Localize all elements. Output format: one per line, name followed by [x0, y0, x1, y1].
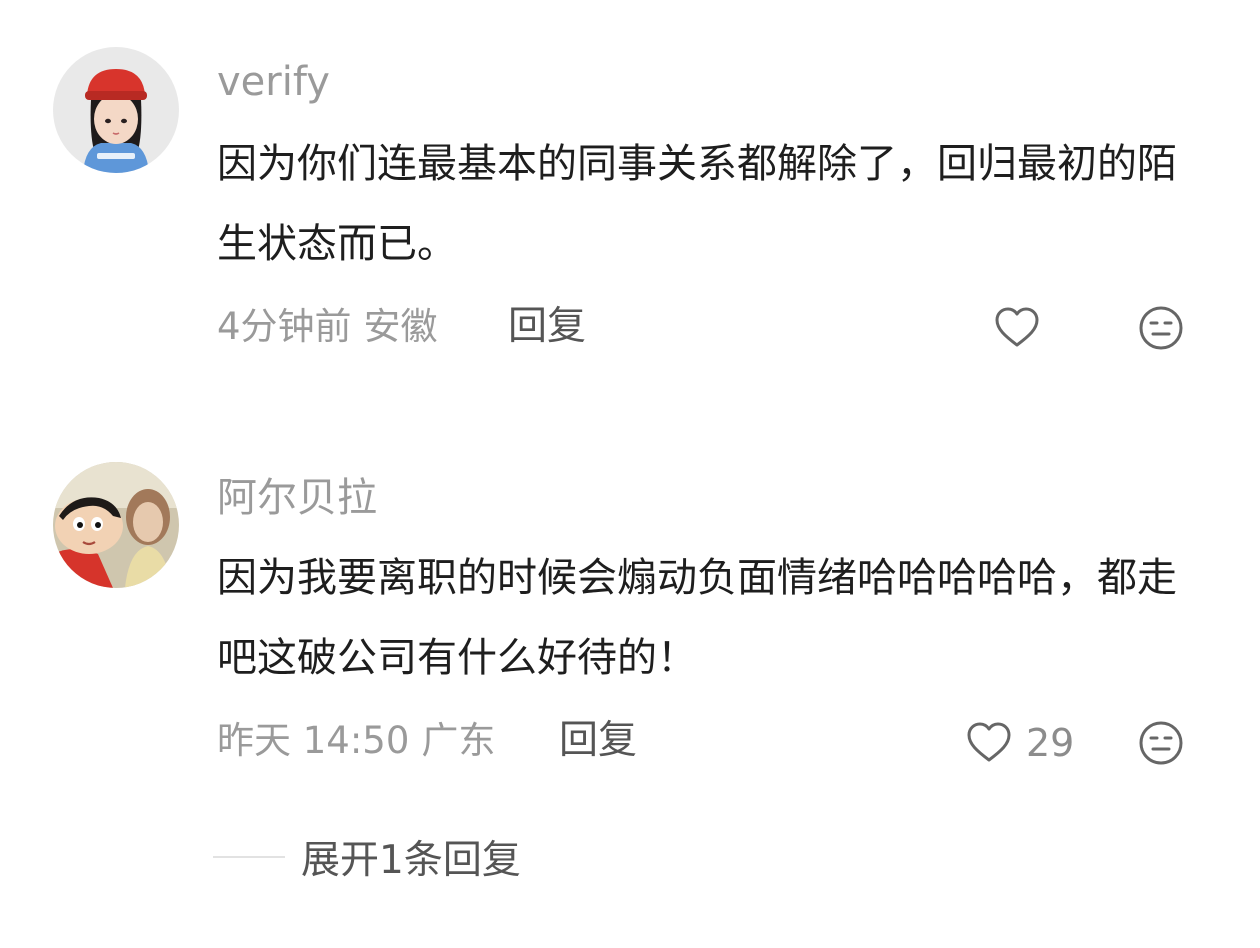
comment-text: 因为你们连最基本的同事关系都解除了，回归最初的陌生状态而已。	[217, 141, 1177, 267]
comment-time: 昨天 14:50	[217, 719, 410, 762]
comment-item: 阿尔贝拉 因为我要离职的时候会煽动负面情绪哈哈哈哈哈，都走吧这破公司有什么好待的…	[0, 400, 1260, 820]
crayon-shinchan-avatar-icon	[53, 462, 179, 588]
avatar[interactable]	[53, 47, 179, 173]
comment-meta: 4分钟前 安徽	[217, 308, 438, 345]
expand-replies-label: 展开1条回复	[301, 838, 521, 883]
comment-text: 因为我要离职的时候会煽动负面情绪哈哈哈哈哈，都走吧这破公司有什么好待的！	[217, 555, 1177, 681]
dislike-button[interactable]	[1136, 303, 1186, 353]
comment-time: 4分钟前	[217, 305, 352, 348]
heart-icon	[995, 307, 1039, 347]
like-count: 29	[1026, 721, 1075, 765]
comment-meta: 昨天 14:50 广东	[217, 722, 495, 759]
girl-red-hat-avatar-icon	[53, 47, 179, 173]
unamused-face-icon	[1139, 721, 1183, 765]
username[interactable]: 阿尔贝拉	[217, 478, 377, 518]
expand-replies-button[interactable]: 展开1条回复	[213, 832, 521, 883]
comment-item: verify 因为你们连最基本的同事关系都解除了，回归最初的陌生状态而已。 4分…	[0, 0, 1260, 400]
username[interactable]: verify	[217, 62, 330, 102]
reply-button[interactable]: 回复	[559, 721, 637, 760]
divider-line	[213, 856, 285, 858]
unamused-face-icon	[1139, 306, 1183, 350]
comment-location: 安徽	[363, 305, 438, 348]
comment-location: 广东	[421, 719, 496, 762]
like-button[interactable]	[992, 303, 1054, 353]
heart-icon	[967, 722, 1011, 762]
reply-button[interactable]: 回复	[508, 307, 586, 346]
like-button[interactable]: 29	[964, 718, 1074, 768]
dislike-button[interactable]	[1136, 718, 1186, 768]
avatar[interactable]	[53, 462, 179, 588]
